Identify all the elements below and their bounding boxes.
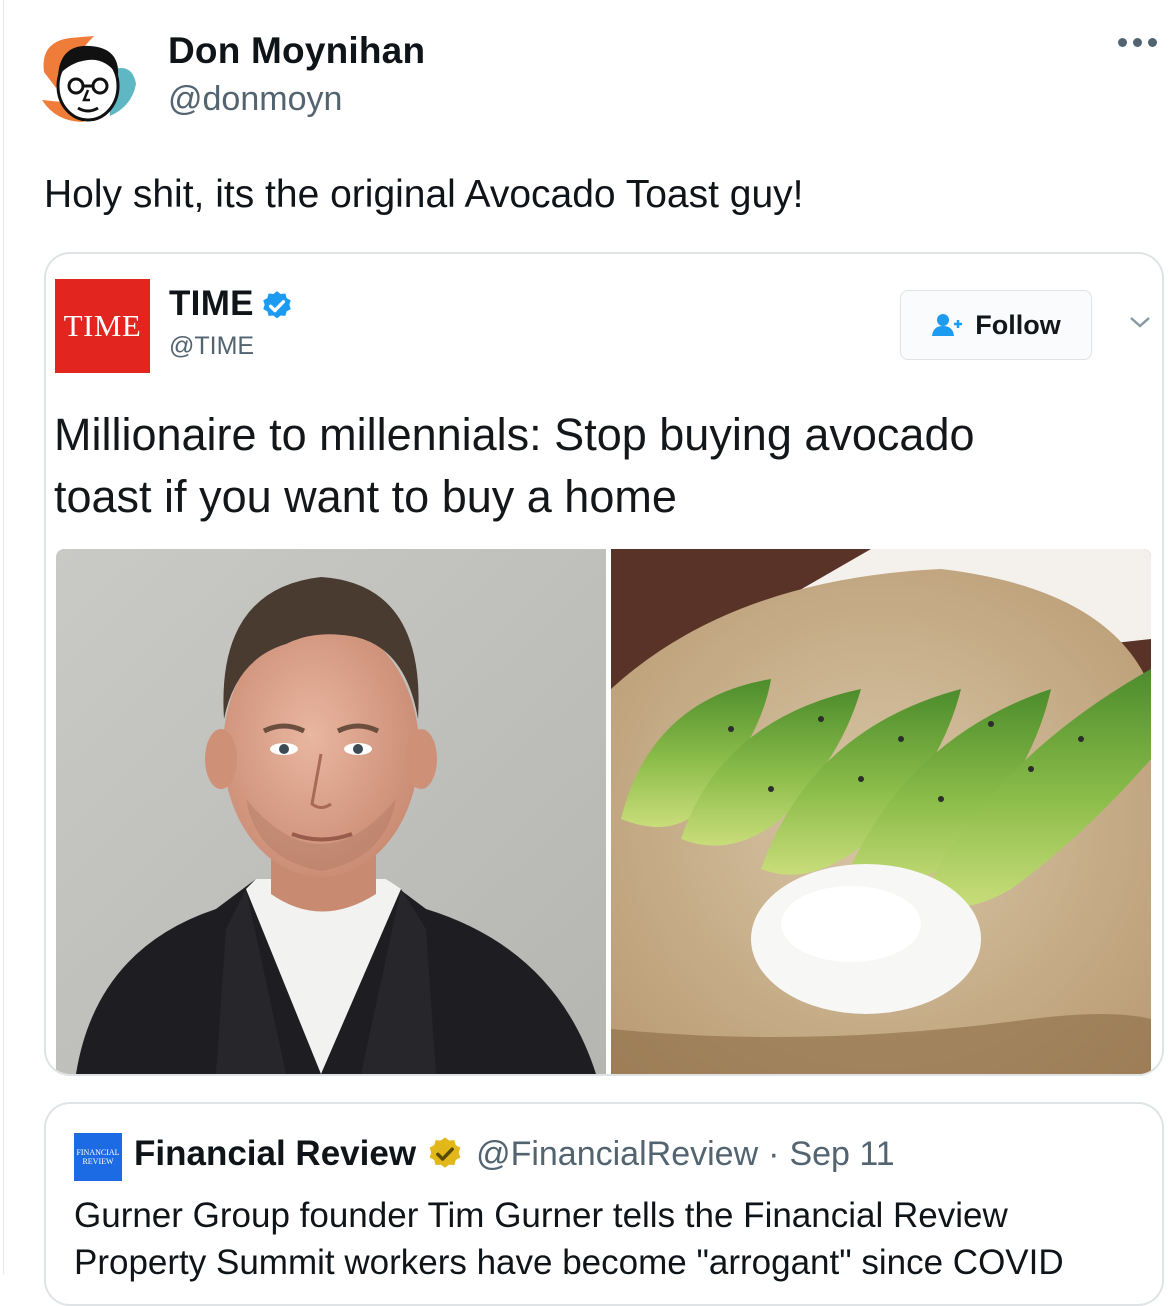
author-avatar[interactable] <box>36 30 140 126</box>
time-logo: TIME <box>55 279 150 373</box>
financial-review-logo: FINANCIAL REVIEW <box>74 1133 122 1181</box>
logo-line-1: FINANCIAL <box>76 1148 120 1157</box>
separator-dot: · <box>768 1134 780 1173</box>
chevron-down-icon <box>1130 317 1150 328</box>
embedded-account-name: TIME <box>169 284 254 323</box>
quoted-text-line-1: Gurner Group founder Tim Gurner tells th… <box>74 1196 1008 1235</box>
gold-verified-badge-icon <box>429 1137 461 1168</box>
tweet-text: Holy shit, its the original Avocado Toas… <box>44 173 804 216</box>
author-handle[interactable]: @donmoyn <box>168 80 342 119</box>
more-options-icon[interactable] <box>1118 38 1157 47</box>
headline-line-1: Millionaire to millennials: Stop buying … <box>54 409 975 460</box>
author-name[interactable]: Don Moynihan <box>168 30 425 72</box>
quoted-tweet[interactable]: FINANCIAL REVIEW Financial Review @Finan… <box>44 1102 1164 1306</box>
quoted-text-line-2: Property Summit workers have become "arr… <box>74 1243 1064 1282</box>
quoted-account-name[interactable]: Financial Review <box>134 1134 416 1174</box>
headline-line-2: toast if you want to buy a home <box>54 471 677 522</box>
quoted-account-handle[interactable]: @FinancialReview <box>476 1135 758 1174</box>
quoted-tweet-text: Gurner Group founder Tim Gurner tells th… <box>74 1192 1064 1286</box>
avocado-toast-image <box>611 549 1151 1074</box>
man-portrait-image <box>56 549 606 1074</box>
timeline-border <box>3 0 4 1274</box>
avatar-illustration <box>42 36 136 122</box>
quoted-tweet-date[interactable]: Sep 11 <box>789 1135 894 1174</box>
logo-line-2: REVIEW <box>82 1157 114 1166</box>
embedded-account-handle: @TIME <box>169 332 255 360</box>
verified-badge-icon <box>263 291 291 319</box>
embedded-headline: Millionaire to millennials: Stop buying … <box>54 404 975 528</box>
embedded-image-card[interactable]: TIME TIME @TIME Follow Millionaire to mi… <box>44 252 1164 1076</box>
follow-label: Follow <box>975 309 1061 340</box>
quoted-tweet-header: Financial Review @FinancialReview · Sep … <box>134 1134 895 1174</box>
add-user-icon <box>932 314 963 336</box>
follow-button: Follow <box>900 290 1092 360</box>
